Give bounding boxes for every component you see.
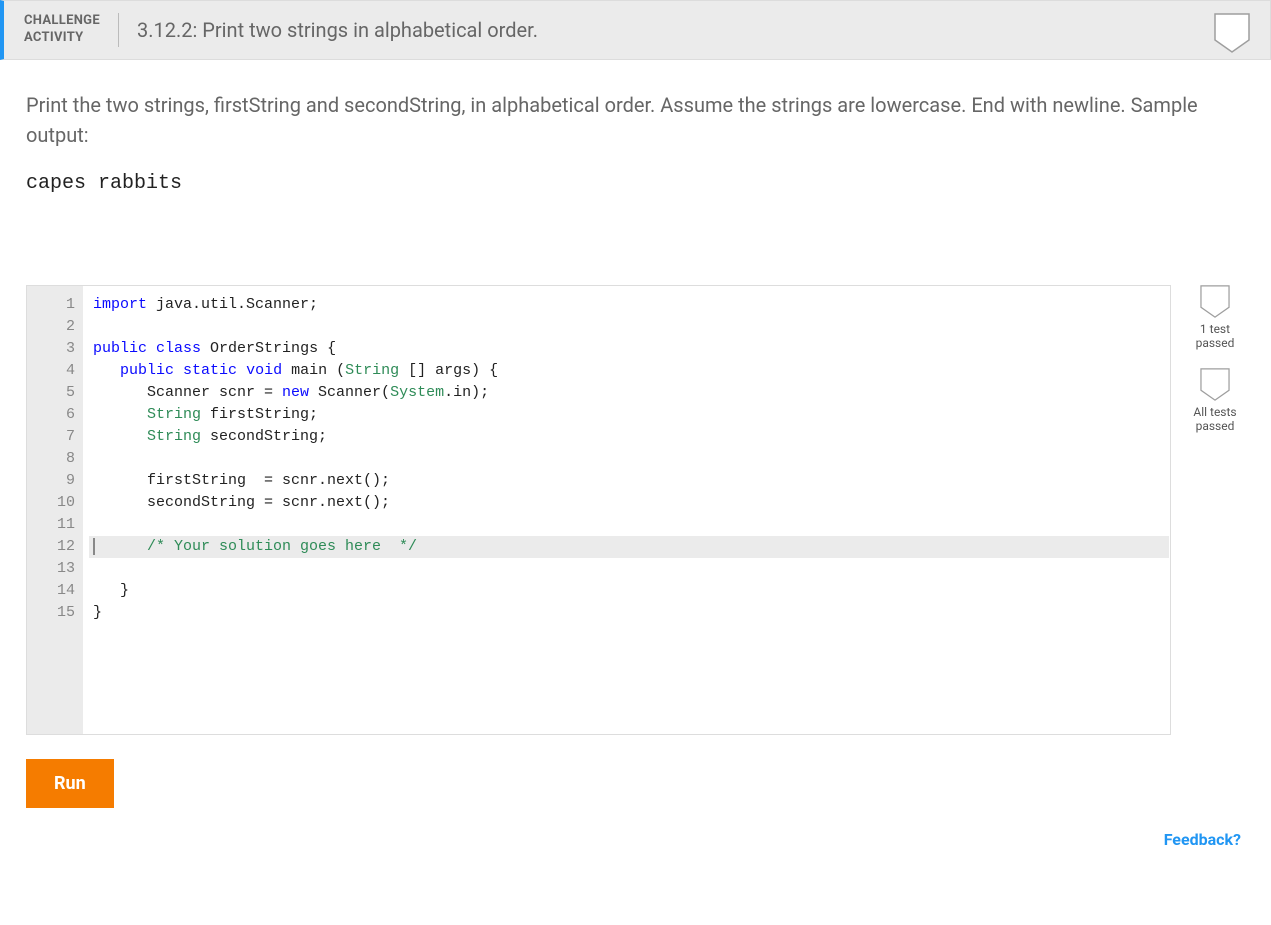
line-number: 15 bbox=[43, 602, 75, 624]
code-line[interactable]: /* Your solution goes here */ bbox=[89, 536, 1169, 558]
instructions-text: Print the two strings, firstString and s… bbox=[26, 90, 1245, 150]
test-result-item: 1 testpassed bbox=[1185, 285, 1245, 350]
code-line[interactable]: } bbox=[89, 602, 1170, 624]
activity-header: CHALLENGE ACTIVITY 3.12.2: Print two str… bbox=[0, 0, 1271, 60]
code-line[interactable] bbox=[89, 514, 1170, 536]
activity-content: Print the two strings, firstString and s… bbox=[0, 60, 1271, 818]
code-line[interactable]: String firstString; bbox=[89, 404, 1170, 426]
line-number: 14 bbox=[43, 580, 75, 602]
line-number: 4 bbox=[43, 360, 75, 382]
code-line[interactable] bbox=[89, 558, 1170, 580]
sample-output: capes rabbits bbox=[26, 172, 1245, 195]
shield-icon bbox=[1200, 285, 1230, 318]
line-number: 7 bbox=[43, 426, 75, 448]
code-line[interactable]: Scanner scnr = new Scanner(System.in); bbox=[89, 382, 1170, 404]
code-line[interactable]: firstString = scnr.next(); bbox=[89, 470, 1170, 492]
code-line[interactable]: public static void main (String [] args)… bbox=[89, 360, 1170, 382]
code-editor[interactable]: 123456789101112131415 import java.util.S… bbox=[26, 285, 1171, 735]
feedback-link[interactable]: Feedback? bbox=[1164, 830, 1241, 849]
code-body[interactable]: import java.util.Scanner; public class Or… bbox=[83, 286, 1170, 734]
code-line[interactable]: public class OrderStrings { bbox=[89, 338, 1170, 360]
line-number: 2 bbox=[43, 316, 75, 338]
line-number: 9 bbox=[43, 470, 75, 492]
activity-type-line2: ACTIVITY bbox=[24, 30, 84, 45]
code-line[interactable]: } bbox=[89, 580, 1170, 602]
code-line[interactable]: secondString = scnr.next(); bbox=[89, 492, 1170, 514]
line-number: 6 bbox=[43, 404, 75, 426]
line-number: 8 bbox=[43, 448, 75, 470]
test-result-line2: passed bbox=[1185, 419, 1245, 433]
line-number: 10 bbox=[43, 492, 75, 514]
line-number: 13 bbox=[43, 558, 75, 580]
line-number: 3 bbox=[43, 338, 75, 360]
shield-icon bbox=[1200, 368, 1230, 401]
line-number: 1 bbox=[43, 294, 75, 316]
test-result-item: All testspassed bbox=[1185, 368, 1245, 433]
code-line[interactable]: String secondString; bbox=[89, 426, 1170, 448]
line-number-gutter: 123456789101112131415 bbox=[27, 286, 83, 734]
code-line[interactable] bbox=[89, 448, 1170, 470]
test-results-column: 1 testpassedAll testspassed bbox=[1185, 285, 1245, 451]
code-line[interactable] bbox=[89, 316, 1170, 338]
activity-type-line1: CHALLENGE bbox=[24, 13, 100, 28]
test-result-line1: All tests bbox=[1185, 405, 1245, 419]
editor-results-row: 123456789101112131415 import java.util.S… bbox=[26, 285, 1245, 735]
shield-icon bbox=[1214, 13, 1250, 53]
test-result-line2: passed bbox=[1185, 336, 1245, 350]
run-button[interactable]: Run bbox=[26, 759, 114, 808]
activity-type-label: CHALLENGE ACTIVITY bbox=[24, 13, 119, 47]
feedback-region: Feedback? bbox=[0, 818, 1271, 867]
header-shield-badge bbox=[1214, 13, 1250, 57]
activity-title: 3.12.2: Print two strings in alphabetica… bbox=[119, 18, 538, 42]
line-number: 12 bbox=[43, 536, 75, 558]
code-line[interactable]: import java.util.Scanner; bbox=[89, 294, 1170, 316]
line-number: 5 bbox=[43, 382, 75, 404]
test-result-line1: 1 test bbox=[1185, 322, 1245, 336]
line-number: 11 bbox=[43, 514, 75, 536]
